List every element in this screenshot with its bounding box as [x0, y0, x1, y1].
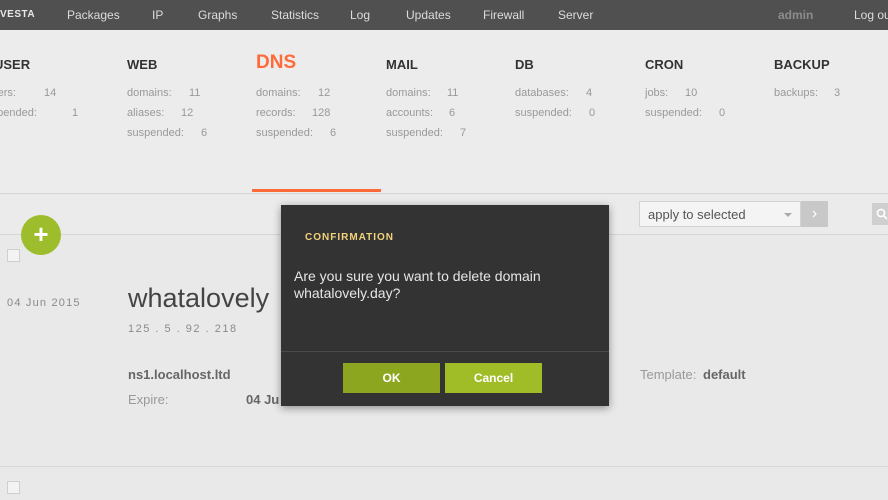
template-label: Template:: [640, 367, 697, 382]
row-checkbox[interactable]: [7, 249, 20, 262]
stat-label: suspended:: [645, 107, 702, 119]
stat-value: 14: [44, 87, 57, 99]
stat-label: suspended:: [256, 127, 313, 139]
stat-value: 0: [719, 107, 726, 119]
search-button[interactable]: [872, 203, 888, 225]
stat-value: 11: [189, 87, 201, 99]
cancel-button[interactable]: Cancel: [445, 363, 542, 393]
stat-value: 7: [460, 127, 467, 139]
stat-title-db[interactable]: DB: [515, 57, 534, 72]
expire-label: Expire:: [128, 392, 169, 407]
stat-title-backup[interactable]: BACKUP: [774, 57, 830, 72]
stat-title-dns[interactable]: DNS: [256, 52, 296, 74]
stats-panel: USER users: 14 suspended: 1 WEB domains:…: [0, 30, 888, 194]
stat-value: 128: [312, 107, 331, 119]
nav-firewall[interactable]: Firewall: [483, 8, 524, 22]
stat-value: 6: [330, 127, 337, 139]
stat-label: databases:: [515, 87, 569, 99]
stat-value: 6: [449, 107, 456, 119]
plus-icon: +: [33, 219, 49, 249]
apply-bulk-button[interactable]: ›: [801, 201, 828, 227]
dialog-divider: [281, 351, 609, 352]
row-divider: [0, 466, 888, 467]
stat-label: domains:: [386, 87, 431, 99]
dialog-title: CONFIRMATION: [305, 232, 395, 243]
expire-value: 04 Ju: [246, 392, 280, 407]
dialog-message: Are you sure you want to delete domain w…: [294, 268, 541, 301]
stat-value: 3: [834, 87, 841, 99]
stat-label: suspended:: [515, 107, 572, 119]
stat-value: 12: [318, 87, 331, 99]
row-checkbox[interactable]: [7, 481, 20, 494]
vesta-logo[interactable]: VESTA: [0, 9, 35, 20]
bulk-action-label: apply to selected: [648, 207, 746, 222]
nameserver-value: ns1.localhost.ltd: [128, 367, 231, 382]
stat-value: 6: [201, 127, 208, 139]
stat-value: 12: [181, 107, 194, 119]
search-icon: [876, 208, 888, 220]
nav-packages[interactable]: Packages: [67, 8, 120, 22]
stat-label: domains:: [256, 87, 301, 99]
stat-label: users:: [0, 87, 16, 99]
stat-value: 10: [685, 87, 698, 99]
chevron-right-icon: ›: [811, 205, 818, 222]
stat-label: suspended:: [386, 127, 443, 139]
stat-label: suspended:: [0, 107, 37, 119]
add-domain-button[interactable]: +: [21, 215, 61, 255]
stat-value: 11: [447, 87, 459, 99]
stat-label: suspended:: [127, 127, 184, 139]
stat-label: backups:: [774, 87, 819, 99]
domain-ip: 125 . 5 . 92 . 218: [128, 323, 238, 335]
domain-name[interactable]: whatalovely: [128, 283, 269, 314]
stat-label: records:: [256, 107, 296, 119]
stat-title-user[interactable]: USER: [0, 57, 30, 72]
stat-title-mail[interactable]: MAIL: [386, 57, 418, 72]
top-nav: VESTA Packages IP Graphs Statistics Log …: [0, 0, 888, 30]
stat-title-web[interactable]: WEB: [127, 57, 157, 72]
nav-log[interactable]: Log: [350, 8, 370, 22]
nav-server[interactable]: Server: [558, 8, 593, 22]
chevron-down-icon: [784, 213, 792, 217]
stat-label: jobs:: [645, 87, 669, 99]
logout-link[interactable]: Log out: [854, 8, 888, 22]
nav-statistics[interactable]: Statistics: [271, 8, 319, 22]
stat-value: 1: [72, 107, 79, 119]
row-date: 04 Jun 2015: [7, 297, 81, 309]
nav-ip[interactable]: IP: [152, 8, 163, 22]
nav-updates[interactable]: Updates: [406, 8, 451, 22]
stat-title-cron[interactable]: CRON: [645, 57, 683, 72]
nav-user[interactable]: admin: [778, 8, 813, 22]
confirmation-dialog: CONFIRMATION Are you sure you want to de…: [281, 205, 609, 406]
active-tab-indicator: [252, 189, 381, 192]
stat-value: 0: [589, 107, 596, 119]
stat-label: domains:: [127, 87, 172, 99]
ok-button[interactable]: OK: [343, 363, 440, 393]
stat-label: accounts:: [386, 107, 434, 119]
stat-label: aliases:: [127, 107, 165, 119]
nav-graphs[interactable]: Graphs: [198, 8, 237, 22]
template-value: default: [703, 367, 746, 382]
stat-value: 4: [586, 87, 593, 99]
bulk-action-select[interactable]: apply to selected: [639, 201, 801, 227]
